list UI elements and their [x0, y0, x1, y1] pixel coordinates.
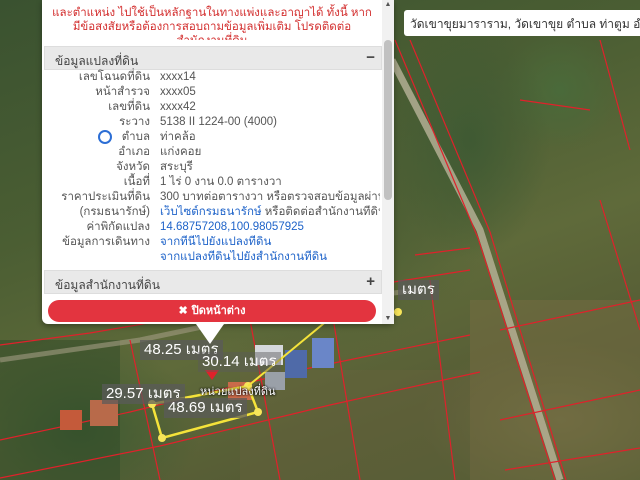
row-treasury: (กรมธนารักษ์) เว็บไซต์กรมธนารักษ์ หรือติ… [44, 205, 380, 220]
value-province: สระบุรี [160, 161, 193, 173]
value-deed-number: xxxx14 [160, 71, 196, 83]
row-subdistrict: ตำบล ท่าคล้อ [44, 130, 380, 145]
section-office-title: ข้อมูลสำนักงานที่ดิน [55, 278, 160, 292]
value-survey-page: xxxx05 [160, 86, 196, 98]
popup-pointer [196, 324, 224, 344]
section-office-header[interactable]: ข้อมูลสำนักงานที่ดิน + [44, 270, 382, 294]
scroll-up-icon[interactable]: ▲ [382, 0, 394, 10]
directions-to-office-link[interactable]: จากแปลงที่ดินไปยังสำนักงานที่ดิน [160, 250, 380, 265]
label-land-number: เลขที่ดิน [108, 101, 150, 113]
label-survey-page: หน้าสำรวจ [95, 86, 150, 98]
scroll-down-icon[interactable]: ▼ [382, 314, 394, 324]
directions-to-parcel-link[interactable]: จากที่นี่ไปยังแปลงที่ดิน [160, 235, 380, 250]
treasury-website-link[interactable]: เว็บไซต์กรมธนารักษ์ [160, 206, 262, 218]
popup-disclaimer: และตำแหน่ง ไปใช้เป็นหลักฐานในทางแพ่งและอ… [52, 7, 372, 40]
label-treasury: (กรมธนารักษ์) [79, 206, 150, 218]
label-deed-number: เลขโฉนดที่ดิน [78, 71, 150, 83]
row-deed-number: เลขโฉนดที่ดิน xxxx14 [44, 70, 380, 85]
value-appraisal: 300 บาทต่อตารางวา หรือตรวจสอบข้อมูลผ่านท… [160, 191, 380, 203]
value-treasury: เว็บไซต์กรมธนารักษ์ หรือติดต่อสำนักงานที… [160, 205, 380, 220]
row-directions: ข้อมูลการเดินทาง จากที่นี่ไปยังแปลงที่ดิ… [44, 235, 380, 250]
row-survey-page: หน้าสำรวจ xxxx05 [44, 85, 380, 100]
collapse-icon[interactable]: − [366, 49, 375, 66]
measurement-label-top-2: 30.14 เมตร [198, 352, 281, 372]
coordinates-link[interactable]: 14.68757208,100.98057925 [160, 220, 380, 235]
expand-icon[interactable]: + [366, 273, 375, 290]
label-directions: ข้อมูลการเดินทาง [62, 236, 150, 248]
label-area: เนื้อที่ [123, 176, 150, 188]
circle-icon [98, 130, 112, 144]
row-coordinates: ค่าพิกัดแปลง 14.68757208,100.98057925 [44, 220, 380, 235]
label-province: จังหวัด [116, 161, 150, 173]
row-district: อำเภอ แก่งคอย [44, 145, 380, 160]
measurement-label-right: เมตร [398, 280, 439, 300]
row-area: เนื้อที่ 1 ไร่ 0 งาน 0.0 ตารางวา [44, 175, 380, 190]
label-coordinates: ค่าพิกัดแปลง [86, 221, 150, 233]
row-appraisal: ราคาประเมินที่ดิน 300 บาทต่อตารางวา หรือ… [44, 190, 380, 205]
location-label: วัดเขาขุยมาราราม, วัดเขาขุย ตำบล ท่าตูม … [404, 10, 640, 36]
value-area: 1 ไร่ 0 งาน 0.0 ตารางวา [160, 176, 282, 188]
close-window-button[interactable]: ✖ ปิดหน้าต่าง [48, 300, 376, 322]
measurement-label-bottom: 48.69 เมตร [164, 398, 247, 418]
close-icon: ✖ [178, 305, 188, 317]
label-appraisal: ราคาประเมินที่ดิน [61, 191, 150, 203]
section-parcel-header[interactable]: ข้อมูลแปลงที่ดิน − [44, 46, 382, 70]
parcel-info-table: เลขโฉนดที่ดิน xxxx14 หน้าสำรวจ xxxx05 เล… [44, 70, 380, 265]
section-parcel-title: ข้อมูลแปลงที่ดิน [55, 54, 139, 68]
scrollbar-thumb[interactable] [384, 40, 392, 200]
value-district: แก่งคอย [160, 146, 202, 158]
value-subdistrict: ท่าคล้อ [160, 131, 196, 143]
row-province: จังหวัด สระบุรี [44, 160, 380, 175]
row-map-sheet: ระวาง 5138 II 1224-00 (4000) [44, 115, 380, 130]
label-district: อำเภอ [118, 146, 150, 158]
value-land-number: xxxx42 [160, 101, 196, 113]
popup-scrollbar[interactable]: ▲ ▼ [382, 0, 394, 324]
row-directions-2: จากแปลงที่ดินไปยังสำนักงานที่ดิน [44, 250, 380, 265]
label-directions-2 [44, 250, 160, 265]
parcel-name-label: หน่วยแปลงที่ดิน [200, 386, 276, 398]
label-subdistrict-text: ตำบล [121, 131, 150, 143]
row-land-number: เลขที่ดิน xxxx42 [44, 100, 380, 115]
parcel-info-popup: และตำแหน่ง ไปใช้เป็นหลักฐานในทางแพ่งและอ… [42, 0, 394, 324]
value-map-sheet: 5138 II 1224-00 (4000) [160, 116, 278, 128]
label-map-sheet: ระวาง [119, 116, 150, 128]
close-button-label: ปิดหน้าต่าง [191, 305, 246, 317]
treasury-suffix: หรือติดต่อสำนักงานที่ดิน [261, 206, 380, 218]
label-subdistrict: ตำบล [44, 130, 160, 145]
